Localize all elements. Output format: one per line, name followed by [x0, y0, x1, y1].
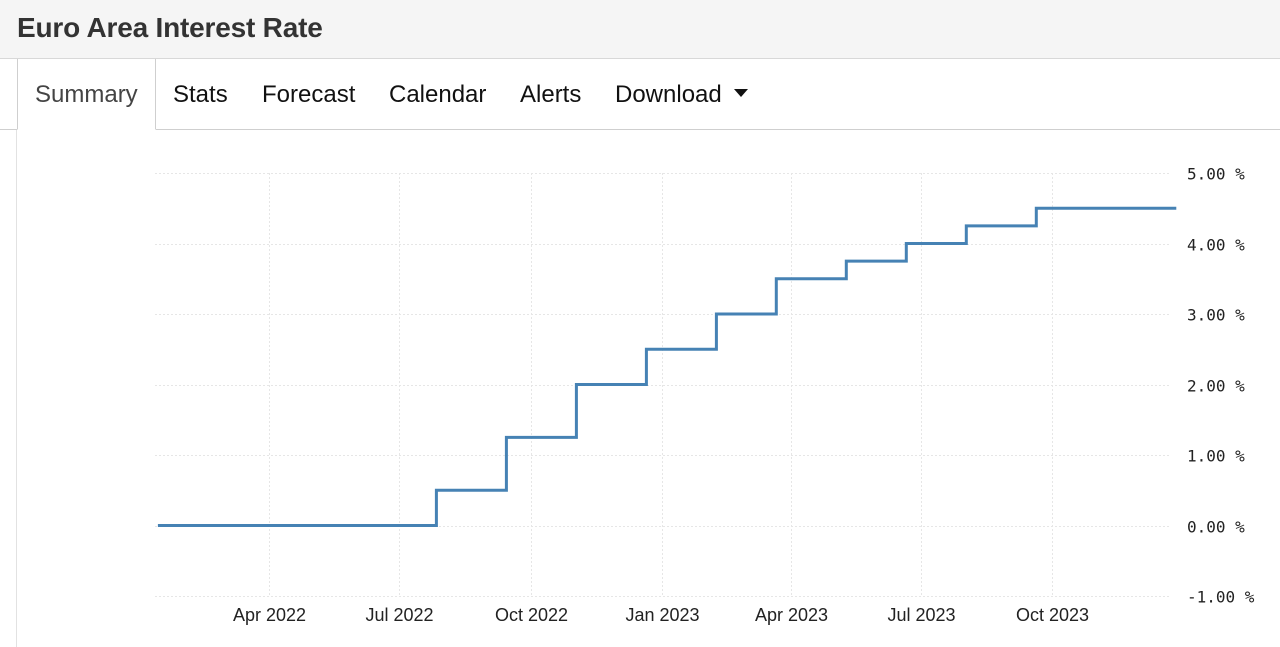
- tab-summary[interactable]: Summary: [17, 59, 156, 130]
- tab-forecast[interactable]: Forecast: [262, 59, 355, 130]
- interest-rate-chart: 5.00 % 4.00 % 3.00 % 2.00 % 1.00 % 0.00 % -1.0…: [155, 165, 1255, 625]
- x-tick-label: Oct 2022: [495, 605, 568, 625]
- x-tick-label: Jul 2022: [365, 605, 433, 625]
- y-tick-label: 3.00 %: [1187, 306, 1245, 325]
- caret-down-icon: [733, 88, 748, 97]
- y-tick-label: 0.00 %: [1187, 518, 1245, 537]
- x-axis: Apr 2022 Jul 2022 Oct 2022 Jan 2023 Apr 2023…: [233, 605, 1089, 625]
- tab-bar: Summary Stats Forecast Calendar Alerts D…: [0, 59, 1280, 130]
- tab-stats[interactable]: Stats: [173, 59, 228, 130]
- x-tick-label: Apr 2023: [755, 605, 828, 625]
- tab-alerts[interactable]: Alerts: [520, 59, 581, 130]
- y-axis: 5.00 % 4.00 % 3.00 % 2.00 % 1.00 % 0.00 % -1.0…: [1187, 165, 1255, 607]
- y-tick-label: 1.00 %: [1187, 447, 1245, 466]
- rate-series-line: [157, 206, 1177, 527]
- y-tick-label: 2.00 %: [1187, 377, 1245, 396]
- title-bar: Euro Area Interest Rate: [0, 0, 1280, 59]
- y-tick-label: -1.00 %: [1187, 588, 1255, 607]
- chart-grid: [155, 173, 1170, 597]
- x-tick-label: Jan 2023: [625, 605, 699, 625]
- x-tick-label: Oct 2023: [1016, 605, 1089, 625]
- tab-download-label: Download: [615, 81, 722, 108]
- page-title: Euro Area Interest Rate: [17, 12, 323, 43]
- tab-calendar[interactable]: Calendar: [389, 59, 486, 130]
- y-tick-label: 5.00 %: [1187, 165, 1245, 184]
- x-tick-label: Apr 2022: [233, 605, 306, 625]
- x-tick-label: Jul 2023: [887, 605, 955, 625]
- chart-series: [157, 206, 1177, 527]
- y-tick-label: 4.00 %: [1187, 236, 1245, 255]
- tab-download[interactable]: Download: [615, 59, 748, 130]
